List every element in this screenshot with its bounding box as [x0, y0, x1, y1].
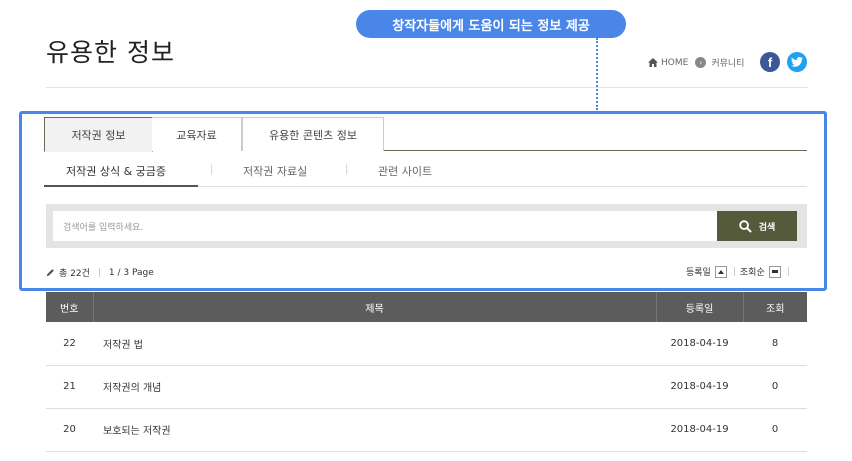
facebook-icon[interactable]: f — [760, 52, 780, 72]
sort-date-label: 등록일 — [686, 268, 711, 278]
column-header-title: 제목 — [93, 292, 657, 322]
row-views: 0 — [743, 365, 807, 409]
page-title: 유용한 정보 — [46, 38, 175, 67]
sort-date-toggle[interactable] — [714, 265, 727, 278]
column-header-date: 등록일 — [656, 292, 744, 322]
chevron-right-icon: › — [695, 57, 707, 68]
tab-useful-content[interactable]: 유용한 콘텐츠 정보 — [242, 117, 384, 151]
subtab-separator: | — [345, 164, 349, 175]
breadcrumb-home[interactable]: HOME — [661, 58, 688, 68]
row-date: 2018-04-19 — [656, 408, 743, 452]
total-count: 총 22건 — [59, 269, 90, 279]
column-header-views: 조회 — [743, 292, 807, 322]
post-table: 번호 제목 등록일 조회 22 저작권 법 2018-04-19 8 21 저작… — [46, 292, 807, 452]
sort-neutral-icon — [771, 270, 778, 273]
info-separator: | — [97, 267, 101, 278]
subtab-related-sites[interactable]: 관련 사이트 — [378, 163, 432, 179]
subtab-separator: | — [210, 164, 214, 175]
row-date: 2018-04-19 — [656, 365, 743, 409]
row-title-link[interactable]: 저작권 법 — [93, 322, 656, 366]
sub-tabs: 저작권 상식 & 궁금증 | 저작권 자료실 | 관련 사이트 — [44, 152, 807, 187]
row-number: 20 — [46, 408, 93, 452]
subtab-copyright-library[interactable]: 저작권 자료실 — [243, 163, 307, 179]
search-input[interactable]: 검색어를 입력하세요. — [53, 211, 717, 241]
tab-copyright-info[interactable]: 저작권 정보 — [44, 117, 153, 152]
row-title-link[interactable]: 저작권의 개념 — [93, 365, 656, 409]
title-divider — [46, 87, 808, 88]
sort-separator: | — [786, 266, 790, 277]
search-button-label: 검색 — [758, 222, 776, 233]
breadcrumb: HOME › 커뮤니티 — [648, 56, 744, 69]
table-row[interactable]: 20 보호되는 저작권 2018-04-19 0 — [46, 408, 807, 452]
tab-education[interactable]: 교육자료 — [152, 117, 242, 151]
sort-up-icon — [717, 269, 724, 274]
subtab-copyright-faq[interactable]: 저작권 상식 & 궁금증 — [66, 163, 166, 179]
search-bar: 검색어를 입력하세요. 검색 — [46, 204, 807, 248]
subtab-active-indicator — [44, 185, 198, 187]
pencil-icon — [46, 269, 54, 277]
row-views: 0 — [743, 408, 807, 452]
table-row[interactable]: 21 저작권의 개념 2018-04-19 0 — [46, 365, 807, 409]
table-header-row: 번호 제목 등록일 조회 — [46, 292, 807, 322]
main-tabs: 저작권 정보 교육자료 유용한 콘텐츠 정보 — [44, 117, 807, 152]
callout-connector — [596, 38, 598, 110]
sort-controls: 등록일 | 조회순 | — [686, 265, 794, 278]
row-date: 2018-04-19 — [656, 322, 743, 366]
result-summary: 총 22건 | 1 / 3 Page — [46, 266, 154, 279]
sort-separator: | — [732, 266, 736, 277]
sort-views-toggle[interactable] — [768, 265, 781, 278]
sort-views-label: 조회순 — [739, 268, 765, 278]
search-button[interactable]: 검색 — [717, 211, 797, 241]
home-icon[interactable] — [648, 58, 658, 67]
row-number: 22 — [46, 322, 93, 366]
search-icon — [738, 219, 752, 233]
twitter-icon[interactable] — [787, 52, 807, 72]
row-number: 21 — [46, 365, 93, 409]
callout-banner: 창작자들에게 도움이 되는 정보 제공 — [356, 10, 626, 38]
breadcrumb-current[interactable]: 커뮤니티 — [711, 56, 744, 69]
row-title-link[interactable]: 보호되는 저작권 — [93, 408, 656, 452]
page-indicator: 1 / 3 Page — [108, 267, 154, 278]
row-views: 8 — [743, 322, 807, 366]
column-header-number: 번호 — [46, 292, 94, 322]
table-row[interactable]: 22 저작권 법 2018-04-19 8 — [46, 322, 807, 366]
